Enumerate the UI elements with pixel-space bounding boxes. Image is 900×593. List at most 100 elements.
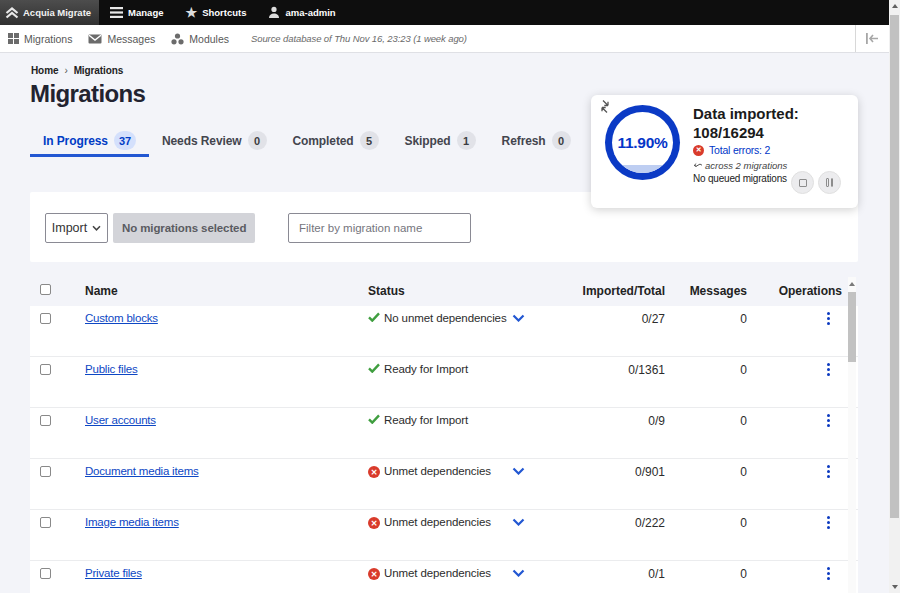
collapse-card-icon[interactable] [598,99,612,115]
operations-menu-icon[interactable] [827,567,830,580]
status-chevron-icon[interactable] [512,314,525,322]
messages-count: 0 [647,312,747,326]
error-icon: ✕ [693,145,704,156]
toolbar-item-label: Migrations [24,33,72,45]
progress-percent: 11.90% [612,112,673,173]
page-title: Migrations [30,80,145,108]
toolbar-item-messages[interactable]: Messages [80,33,163,45]
import-dropdown-button[interactable]: Import [45,213,108,243]
pause-button[interactable] [818,171,841,194]
operations-menu-icon[interactable] [827,414,830,427]
operations-menu-icon[interactable] [827,516,830,529]
migration-name-link[interactable]: Document media items [85,465,199,477]
row-checkbox[interactable] [40,568,51,579]
admin-item-manage[interactable]: Manage [99,0,174,25]
migration-name-link[interactable]: Private files [85,567,142,579]
toolbar-item-modules[interactable]: Modules [163,33,237,45]
breadcrumb-current-link[interactable]: Migrations [74,65,124,76]
status-text: No unmet dependencies [384,312,507,324]
errors-scope-note: across 2 migrations [693,160,787,171]
status-text: Ready for Import [384,363,468,375]
messages-count: 0 [647,567,747,581]
row-checkbox[interactable] [40,364,51,375]
tabs: In Progress37Needs Review0Completed5Skip… [30,127,584,157]
status-ok-icon [368,413,380,427]
migration-name-link[interactable]: Public files [85,363,138,375]
admin-item-shortcuts[interactable]: ★ Shortcuts [174,0,257,25]
page-scrollbar[interactable] [889,0,900,593]
migration-name-link[interactable]: Custom blocks [85,312,158,324]
toolbar-item-migrations[interactable]: Migrations [0,33,80,45]
tab-skipped[interactable]: Skipped1 [392,127,489,154]
status-chevron-icon[interactable] [512,467,525,475]
messages-count: 0 [647,363,747,377]
status-ok-icon [368,311,380,325]
status-chevron-icon[interactable] [512,569,525,577]
total-errors-link[interactable]: ✕ Total errors: 2 [693,144,770,156]
stop-icon [799,179,807,187]
tab-count-badge: 5 [360,131,379,150]
envelope-icon [88,34,102,44]
select-all-checkbox[interactable] [40,284,51,295]
stop-button[interactable] [791,171,814,194]
imported-total: 0/9 [535,414,665,428]
table-scrollbar[interactable] [848,277,856,593]
breadcrumb-separator: › [64,65,67,76]
data-imported-line2: 108/16294 [693,123,799,142]
messages-count: 0 [647,465,747,479]
admin-item-user[interactable]: ama-admin [257,0,346,25]
page-scrollbar-thumb[interactable] [890,15,899,518]
operations-menu-icon[interactable] [827,465,830,478]
breadcrumb: Home › Migrations [31,65,123,76]
row-checkbox[interactable] [40,415,51,426]
row-checkbox[interactable] [40,517,51,528]
status-text: Ready for Import [384,414,468,426]
migration-name-link[interactable]: User accounts [85,414,156,426]
import-progress-card: 11.90% Data imported: 108/16294 ✕ Total … [591,95,858,208]
screen: Acquia Migrate Manage ★ Shortcuts ama-ad… [0,0,900,593]
collapse-left-icon [865,33,880,44]
col-header-imported: Imported/Total [535,284,665,298]
status-error-icon: ✕ [368,568,380,580]
page-scroll-up-icon[interactable] [892,4,898,8]
imported-total: 0/27 [535,312,665,326]
modules-icon [171,33,184,45]
secondary-toolbar: Migrations Messages Modules Source datab… [0,25,889,53]
filter-migration-input[interactable] [288,213,471,243]
data-imported-line1: Data imported: [693,104,799,123]
table-row: User accounts Ready for Import 0/90 [30,408,858,459]
table-header: Name Status Imported/Total Messages Oper… [30,276,858,306]
breadcrumb-home-link[interactable]: Home [31,65,58,76]
messages-count: 0 [647,414,747,428]
scroll-up-arrow-icon[interactable] [849,282,855,286]
toolbar-item-label: Messages [107,33,155,45]
queue-note: No queued migrations [693,173,787,184]
scope-note-text: across 2 migrations [705,160,787,171]
migration-name-link[interactable]: Image media items [85,516,179,528]
progress-ring: 11.90% [605,105,680,180]
status-chevron-icon[interactable] [512,518,525,526]
tab-count-badge: 1 [457,131,476,150]
table-row: Document media items✕Unmet dependencies0… [30,459,858,510]
page-scroll-down-icon[interactable] [892,585,898,589]
tab-refresh[interactable]: Refresh0 [489,127,584,154]
col-header-status: Status [368,284,405,298]
operations-menu-icon[interactable] [827,312,830,325]
imported-total: 0/901 [535,465,665,479]
toolbar-collapse-button[interactable] [855,25,889,52]
admin-item-label: Shortcuts [202,7,246,18]
source-database-note: Source database of Thu Nov 16, 23:23 (1 … [251,33,467,44]
tab-count-badge: 0 [248,131,267,150]
imported-total: 0/1 [535,567,665,581]
tab-in-progress[interactable]: In Progress37 [30,127,149,154]
row-checkbox[interactable] [40,313,51,324]
acquia-migrate-brand[interactable]: Acquia Migrate [0,0,99,25]
no-migrations-selected-button: No migrations selected [113,213,255,243]
row-checkbox[interactable] [40,466,51,477]
tab-needs-review[interactable]: Needs Review0 [149,127,280,154]
user-icon [268,6,280,19]
tab-completed[interactable]: Completed5 [280,127,392,154]
operations-menu-icon[interactable] [827,363,830,376]
migrations-table: Name Status Imported/Total Messages Oper… [30,276,858,593]
table-scrollbar-thumb[interactable] [848,292,856,362]
